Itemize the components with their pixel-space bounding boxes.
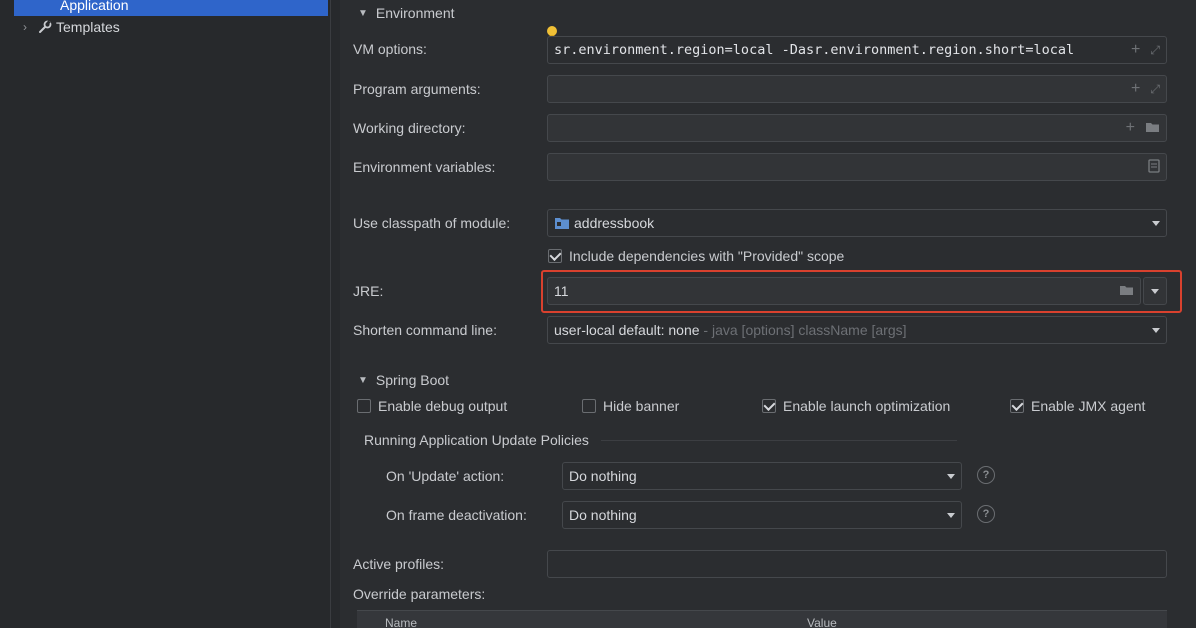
chevron-down-icon[interactable] xyxy=(947,512,955,518)
program-arguments-label: Program arguments: xyxy=(353,81,481,97)
expand-icon[interactable]: ⤢ xyxy=(1150,43,1160,58)
environment-variables-field[interactable] xyxy=(547,153,1167,181)
environment-variables-label: Environment variables: xyxy=(353,159,496,175)
chevron-down-icon[interactable] xyxy=(1152,327,1160,333)
splitter[interactable] xyxy=(330,0,331,628)
column-header-value[interactable]: Value xyxy=(807,616,837,628)
enable-jmx-agent-label: Enable JMX agent xyxy=(1031,398,1146,414)
jre-label: JRE: xyxy=(353,283,384,299)
vm-options-label: VM options: xyxy=(353,41,427,57)
on-update-label: On 'Update' action: xyxy=(386,468,505,484)
on-update-select[interactable]: Do nothing xyxy=(562,462,962,490)
checkbox-checked-icon[interactable] xyxy=(1010,399,1024,413)
environment-section-header[interactable]: ▼ Environment xyxy=(358,5,463,21)
on-frame-deactivation-value: Do nothing xyxy=(569,507,637,523)
shorten-command-line-label: Shorten command line: xyxy=(353,322,497,338)
classpath-module-label: Use classpath of module: xyxy=(353,215,511,231)
jre-value: 11 xyxy=(554,283,569,299)
folder-icon[interactable] xyxy=(1119,283,1134,299)
checkbox-unchecked-icon[interactable] xyxy=(357,399,371,413)
checkbox-unchecked-icon[interactable] xyxy=(582,399,596,413)
override-parameters-label: Override parameters: xyxy=(353,586,486,602)
document-icon[interactable] xyxy=(1148,158,1160,176)
active-profiles-label: Active profiles: xyxy=(353,556,445,572)
jre-dropdown-button[interactable] xyxy=(1143,277,1167,305)
run-config-tree: Application › Templates xyxy=(0,0,340,628)
wrench-icon xyxy=(38,20,52,34)
shorten-command-line-select[interactable]: user-local default: none - java [options… xyxy=(547,316,1167,344)
hide-banner-checkbox[interactable]: Hide banner xyxy=(582,398,679,414)
shorten-command-line-value: user-local default: none xyxy=(554,322,700,338)
collapse-triangle-icon[interactable]: ▼ xyxy=(358,375,368,386)
checkbox-checked-icon[interactable] xyxy=(548,249,562,263)
plus-icon[interactable]: + xyxy=(1131,80,1140,98)
spring-boot-section-title: Spring Boot xyxy=(375,372,450,388)
enable-debug-output-label: Enable debug output xyxy=(378,398,508,414)
working-directory-label: Working directory: xyxy=(353,120,466,136)
active-profiles-field[interactable] xyxy=(547,550,1167,578)
jre-field[interactable]: 11 xyxy=(547,277,1141,305)
enable-jmx-agent-checkbox[interactable]: Enable JMX agent xyxy=(1010,398,1145,414)
tree-item-templates-label: Templates xyxy=(56,19,120,35)
enable-launch-optimization-label: Enable launch optimization xyxy=(783,398,951,414)
checkbox-checked-icon[interactable] xyxy=(762,399,776,413)
override-parameters-table-header: Name Value xyxy=(357,610,1167,628)
include-provided-label: Include dependencies with "Provided" sco… xyxy=(569,248,845,264)
plus-icon[interactable]: + xyxy=(1131,41,1140,59)
plus-icon[interactable]: + xyxy=(1126,119,1135,137)
help-icon[interactable]: ? xyxy=(977,466,995,484)
enable-launch-optimization-checkbox[interactable]: Enable launch optimization xyxy=(762,398,950,414)
section-rule xyxy=(600,439,957,441)
program-arguments-field[interactable]: + ⤢ xyxy=(547,75,1167,103)
classpath-module-value: addressbook xyxy=(574,215,655,231)
update-policies-title: Running Application Update Policies xyxy=(364,432,589,448)
on-frame-deactivation-label: On frame deactivation: xyxy=(386,507,527,523)
config-panel: ▼ Environment VM options: sr.environment… xyxy=(340,0,1196,628)
collapse-triangle-icon[interactable]: ▼ xyxy=(358,8,368,19)
column-header-name[interactable]: Name xyxy=(385,616,417,628)
help-icon[interactable]: ? xyxy=(977,505,995,523)
tree-item-application[interactable]: Application xyxy=(14,0,328,16)
tree-item-application-label: Application xyxy=(60,0,129,13)
expand-icon[interactable]: ⤢ xyxy=(1150,82,1160,97)
include-provided-checkbox[interactable]: Include dependencies with "Provided" sco… xyxy=(548,248,844,264)
update-policies-header: Running Application Update Policies xyxy=(364,432,957,448)
shorten-command-line-hint: - java [options] className [args] xyxy=(699,322,907,338)
on-frame-deactivation-select[interactable]: Do nothing xyxy=(562,501,962,529)
vm-options-value: sr.environment.region=local -Dasr.enviro… xyxy=(554,42,1075,58)
folder-icon[interactable] xyxy=(1145,120,1160,136)
vm-options-field[interactable]: sr.environment.region=local -Dasr.enviro… xyxy=(547,36,1167,64)
chevron-down-icon[interactable] xyxy=(947,473,955,479)
enable-debug-output-checkbox[interactable]: Enable debug output xyxy=(357,398,507,414)
working-directory-field[interactable]: + xyxy=(547,114,1167,142)
tree-item-templates[interactable]: › Templates xyxy=(18,16,328,38)
spring-boot-section-header[interactable]: ▼ Spring Boot xyxy=(358,372,457,388)
on-update-value: Do nothing xyxy=(569,468,637,484)
chevron-down-icon[interactable] xyxy=(1152,220,1160,226)
module-folder-icon xyxy=(554,216,570,230)
classpath-module-select[interactable]: addressbook xyxy=(547,209,1167,237)
hide-banner-label: Hide banner xyxy=(603,398,680,414)
environment-section-title: Environment xyxy=(375,5,455,21)
chevron-down-icon xyxy=(1151,288,1159,294)
chevron-right-icon[interactable]: › xyxy=(18,20,32,34)
